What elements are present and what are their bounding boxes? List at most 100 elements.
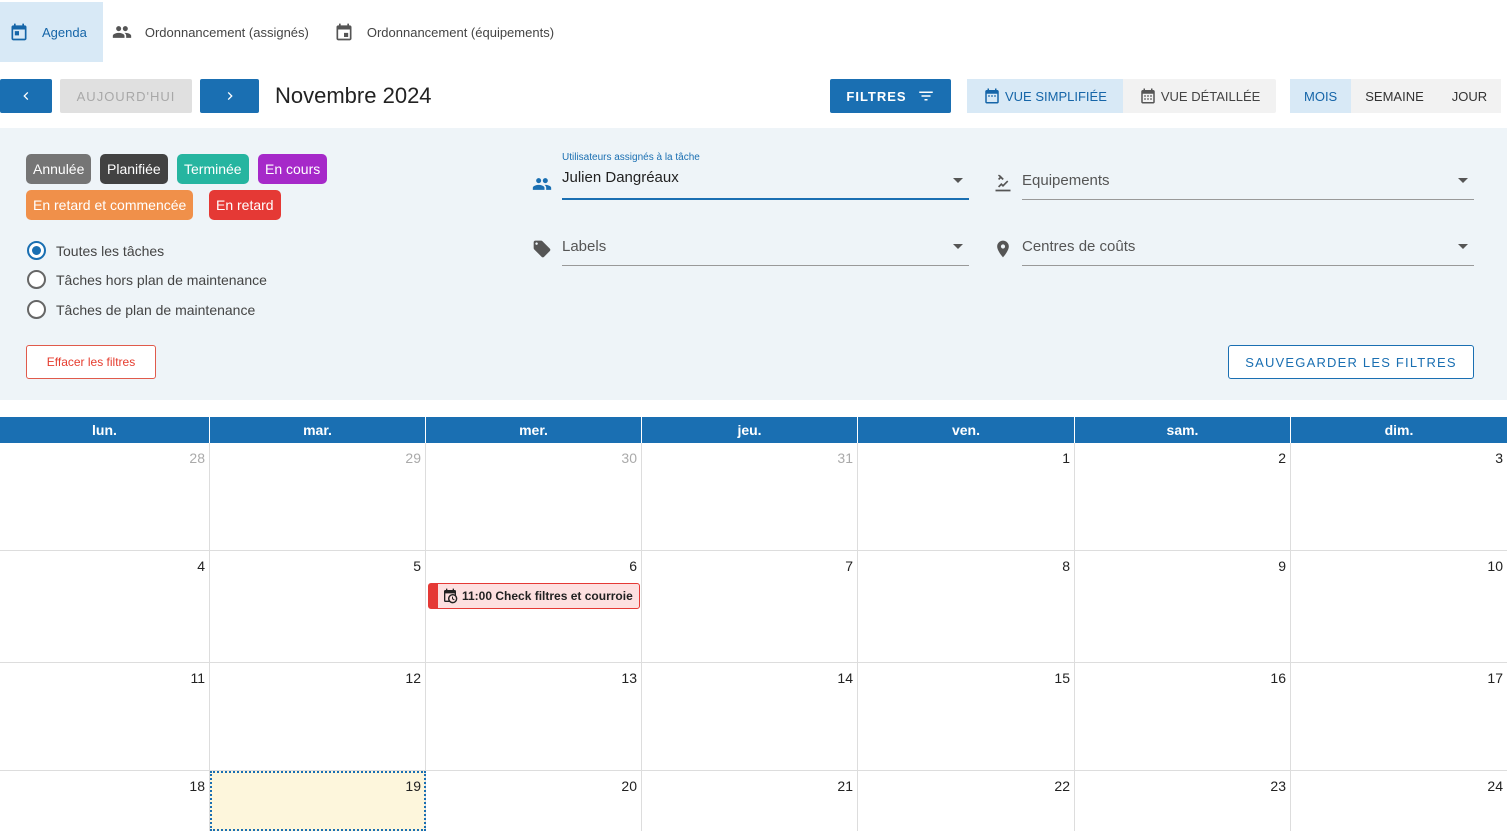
- tag-icon: [531, 238, 553, 260]
- radio-all-tasks[interactable]: Toutes les tâches: [27, 241, 164, 260]
- day-cell[interactable]: 10: [1291, 551, 1507, 662]
- labels-select[interactable]: Labels: [562, 226, 969, 266]
- day-cell[interactable]: 9: [1075, 551, 1291, 662]
- users-icon: [111, 21, 133, 43]
- weekday-tue: mar.: [210, 417, 426, 443]
- day-cell[interactable]: 29: [210, 443, 426, 550]
- tab-scheduling-assigned[interactable]: Ordonnancement (assignés): [103, 2, 325, 62]
- equipments-select[interactable]: Equipements: [1022, 160, 1474, 200]
- day-number: 28: [189, 450, 205, 466]
- day-cell[interactable]: 3: [1291, 443, 1507, 550]
- calendar-event[interactable]: 11:00 Check filtres et courroie: [428, 583, 640, 609]
- filter-panel: Annulée Planifiée Terminée En cours En r…: [0, 128, 1507, 400]
- day-cell[interactable]: 18: [0, 771, 210, 831]
- status-chip-completed[interactable]: Terminée: [177, 154, 249, 184]
- status-chip-late-started[interactable]: En retard et commencée: [26, 190, 194, 220]
- radio-all-tasks-label: Toutes les tâches: [56, 242, 165, 259]
- labels-placeholder: Labels: [562, 238, 607, 255]
- day-cell[interactable]: 12: [210, 663, 426, 770]
- day-cell[interactable]: 28: [0, 443, 210, 550]
- view-simplified-label: VUE SIMPLIFIÉE: [1005, 88, 1107, 104]
- day-cell[interactable]: 4: [0, 551, 210, 662]
- month-title: Novembre 2024: [275, 83, 432, 108]
- chevron-right-icon: [227, 92, 233, 100]
- view-detailed-button[interactable]: VUE DÉTAILLÉE: [1123, 79, 1276, 113]
- day-number: 6: [629, 558, 637, 574]
- dropdown-arrow-icon: [953, 178, 963, 183]
- status-chip-planned[interactable]: Planifiée: [100, 154, 168, 184]
- day-cell[interactable]: 2: [1075, 443, 1291, 550]
- month-calendar: lun. mar. mer. jeu. ven. sam. dim. 28 29…: [0, 417, 1507, 831]
- day-cell[interactable]: 14: [642, 663, 858, 770]
- view-simplified-button[interactable]: VUE SIMPLIFIÉE: [967, 79, 1123, 113]
- day-cell[interactable]: 11: [0, 663, 210, 770]
- weekday-sun: dim.: [1384, 422, 1414, 438]
- equipments-placeholder: Equipements: [1022, 172, 1110, 189]
- day-cell[interactable]: 20: [426, 771, 642, 831]
- period-day-button[interactable]: JOUR: [1438, 79, 1501, 113]
- day-cell[interactable]: 7: [642, 551, 858, 662]
- status-chip-late[interactable]: En retard: [209, 190, 281, 220]
- period-week-button[interactable]: SEMAINE: [1351, 79, 1438, 113]
- day-cell[interactable]: 22: [858, 771, 1075, 831]
- day-number: 16: [1270, 670, 1286, 686]
- radio-tasks-outside-plan[interactable]: Tâches hors plan de maintenance: [27, 270, 267, 289]
- day-cell[interactable]: 5: [210, 551, 426, 662]
- day-number: 19: [405, 778, 421, 794]
- tab-scheduling-equipment[interactable]: Ordonnancement (équipements): [325, 2, 570, 62]
- filter-icon: [918, 91, 933, 101]
- assigned-users-label: Utilisateurs assignés à la tâche: [562, 152, 700, 163]
- previous-month-button[interactable]: [0, 79, 52, 113]
- view-detailed-label: VUE DÉTAILLÉE: [1160, 88, 1261, 104]
- day-number: 22: [1054, 778, 1070, 794]
- day-cell[interactable]: 8: [858, 551, 1075, 662]
- filters-button[interactable]: FILTRES: [830, 79, 951, 113]
- top-tabs: Agenda Ordonnancement (assignés) Ordonna…: [0, 0, 570, 64]
- day-number: 9: [1278, 558, 1286, 574]
- day-cell[interactable]: 1: [858, 443, 1075, 550]
- day-cell-today[interactable]: 19: [210, 771, 426, 831]
- radio-tasks-in-plan[interactable]: Tâches de plan de maintenance: [27, 300, 255, 319]
- cost-centers-select[interactable]: Centres de coûts: [1022, 226, 1474, 266]
- day-cell[interactable]: 21: [642, 771, 858, 831]
- day-number: 13: [621, 670, 637, 686]
- clear-filters-button[interactable]: Effacer les filtres: [26, 345, 156, 379]
- calendar-toolbar: AUJOURD'HUI Novembre 2024 FILTRES VUE SI…: [0, 78, 1511, 114]
- radio-tasks-outside-plan-label: Tâches hors plan de maintenance: [56, 271, 267, 288]
- dropdown-arrow-icon: [1458, 244, 1468, 249]
- calendar-week: 4 5 6 11:00 Check filtres et courroie 7 …: [0, 551, 1507, 663]
- day-number: 2: [1278, 450, 1286, 466]
- day-number: 20: [621, 778, 637, 794]
- save-filters-button[interactable]: SAUVEGARDER LES FILTRES: [1228, 345, 1474, 379]
- calendar-grid-icon: [985, 88, 999, 104]
- period-month-button[interactable]: MOIS: [1290, 79, 1352, 113]
- day-cell[interactable]: 6 11:00 Check filtres et courroie: [426, 551, 642, 662]
- radio-dot: [27, 300, 46, 319]
- tab-agenda-label: Agenda: [42, 24, 87, 40]
- day-cell[interactable]: 23: [1075, 771, 1291, 831]
- next-month-button[interactable]: [200, 79, 259, 113]
- calendar-clock-icon: [444, 588, 458, 604]
- day-number: 3: [1495, 450, 1503, 466]
- day-number: 11: [190, 670, 205, 686]
- day-number: 10: [1487, 558, 1503, 574]
- day-cell[interactable]: 15: [858, 663, 1075, 770]
- status-chip-cancelled[interactable]: Annulée: [26, 154, 92, 184]
- today-button[interactable]: AUJOURD'HUI: [60, 79, 192, 113]
- day-cell[interactable]: 30: [426, 443, 642, 550]
- calendar-week: 11 12 13 14 15 16 17: [0, 663, 1507, 771]
- view-mode-group: VUE SIMPLIFIÉE VUE DÉTAILLÉE: [967, 79, 1277, 113]
- day-cell[interactable]: 17: [1291, 663, 1507, 770]
- tab-agenda[interactable]: Agenda: [0, 2, 103, 62]
- day-number: 18: [189, 778, 205, 794]
- weekday-fri: ven.: [858, 417, 1075, 443]
- day-cell[interactable]: 16: [1075, 663, 1291, 770]
- day-number: 7: [845, 558, 853, 574]
- day-cell[interactable]: 13: [426, 663, 642, 770]
- assigned-users-select[interactable]: Utilisateurs assignés à la tâche Julien …: [562, 152, 969, 200]
- weekday-header: lun. mar. mer. jeu. ven. sam. dim.: [0, 417, 1507, 443]
- radio-dot: [27, 241, 46, 260]
- status-chip-in-progress[interactable]: En cours: [258, 154, 328, 184]
- day-cell[interactable]: 31: [642, 443, 858, 550]
- day-cell[interactable]: 24: [1291, 771, 1507, 831]
